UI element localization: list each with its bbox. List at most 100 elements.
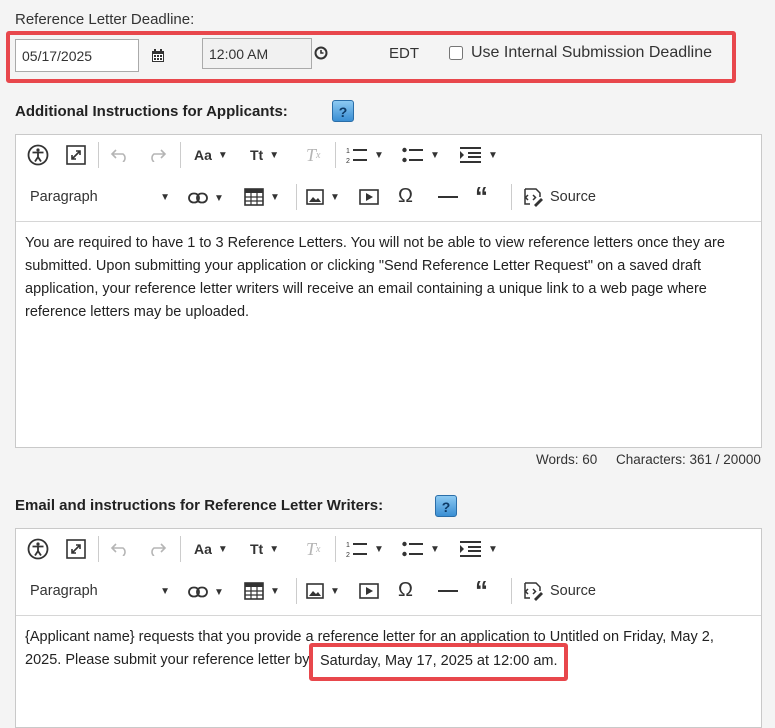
- writers-section-title: Email and instructions for Reference Let…: [15, 497, 384, 514]
- timezone-label: EDT: [389, 45, 419, 62]
- deadline-time-input[interactable]: [202, 38, 312, 69]
- toolbar-separator: [180, 142, 181, 168]
- chevron-down-icon: ▼: [374, 543, 384, 555]
- svg-text:2: 2: [346, 552, 350, 558]
- toolbar-separator: [335, 142, 336, 168]
- source-label: Source: [550, 583, 596, 599]
- calendar-icon[interactable]: [151, 49, 165, 63]
- deadline-date-input[interactable]: [15, 39, 139, 72]
- text-transform-label: Tt: [250, 147, 264, 163]
- font-size-label: Aa: [194, 541, 212, 557]
- remove-format-icon[interactable]: Tx: [306, 145, 320, 165]
- chevron-down-icon: ▼: [214, 192, 224, 204]
- deadline-label: Reference Letter Deadline:: [15, 11, 195, 28]
- chevron-down-icon: ▼: [488, 149, 498, 161]
- deadline-sentence-highlight: Saturday, May 17, 2025 at 12:00 am.: [309, 643, 568, 681]
- fullscreen-icon[interactable]: [64, 143, 88, 167]
- indent-dropdown[interactable]: ▼: [460, 539, 498, 559]
- heading-select[interactable]: Paragraph ▼: [30, 186, 170, 208]
- font-size-label: Aa: [194, 147, 212, 163]
- source-icon: [524, 582, 543, 601]
- writers-content-line-2-prefix: 2025. Please submit your reference lette…: [25, 652, 310, 668]
- link-dropdown[interactable]: ▼: [188, 188, 224, 208]
- chevron-down-icon: ▼: [269, 149, 280, 161]
- image-dropdown[interactable]: ▼: [306, 187, 340, 207]
- chevron-down-icon: ▼: [214, 586, 224, 598]
- fullscreen-icon[interactable]: [64, 537, 88, 561]
- writers-help-button[interactable]: ?: [435, 495, 457, 517]
- text-transform-label: Tt: [250, 541, 264, 557]
- chevron-down-icon: ▼: [160, 191, 170, 203]
- table-dropdown[interactable]: ▼: [244, 580, 280, 602]
- heading-select-value: Paragraph: [30, 189, 98, 205]
- toolbar-separator: [511, 578, 512, 604]
- svg-text:1: 1: [346, 148, 350, 155]
- chevron-down-icon: ▼: [270, 191, 280, 203]
- applicants-editor: Aa ▼ Tt ▼ Tx 1 2 ▼ ▼ ▼ Paragraph ▼ ▼ ▼ ▼: [15, 134, 762, 448]
- indent-dropdown[interactable]: ▼: [460, 145, 498, 165]
- horizontal-line-icon[interactable]: [438, 581, 458, 601]
- heading-select-value: Paragraph: [30, 583, 98, 599]
- toolbar-separator: [296, 184, 297, 210]
- undo-icon[interactable]: [109, 539, 131, 559]
- toolbar-separator: [98, 536, 99, 562]
- chevron-down-icon: ▼: [270, 585, 280, 597]
- chevron-down-icon: ▼: [217, 543, 228, 555]
- writers-toolbar: Aa ▼ Tt ▼ Tx 1 2 ▼ ▼ ▼ Paragraph ▼ ▼ ▼ ▼: [16, 529, 761, 616]
- svg-text:2: 2: [346, 158, 350, 164]
- chevron-down-icon: ▼: [374, 149, 384, 161]
- link-dropdown[interactable]: ▼: [188, 582, 224, 602]
- internal-deadline-checkbox[interactable]: [449, 46, 463, 60]
- source-icon: [524, 188, 543, 207]
- media-embed-icon[interactable]: [359, 581, 379, 601]
- special-characters-icon[interactable]: Ω: [398, 579, 413, 601]
- table-dropdown[interactable]: ▼: [244, 186, 280, 208]
- chevron-down-icon: ▼: [330, 191, 340, 203]
- chevron-down-icon: ▼: [160, 585, 170, 597]
- toolbar-separator: [98, 142, 99, 168]
- undo-icon[interactable]: [109, 145, 131, 165]
- numbered-list-dropdown[interactable]: 1 2 ▼: [346, 539, 384, 559]
- applicants-section-title: Additional Instructions for Applicants:: [15, 103, 288, 120]
- heading-select[interactable]: Paragraph ▼: [30, 580, 170, 602]
- remove-format-icon[interactable]: Tx: [306, 539, 320, 559]
- applicants-editor-content[interactable]: You are required to have 1 to 3 Referenc…: [25, 232, 752, 324]
- special-characters-icon[interactable]: Ω: [398, 185, 413, 207]
- applicants-character-count: Characters: 361 / 20000: [616, 452, 761, 467]
- redo-icon[interactable]: [146, 145, 168, 165]
- source-label: Source: [550, 189, 596, 205]
- blockquote-icon[interactable]: “: [475, 575, 488, 605]
- internal-deadline-label[interactable]: Use Internal Submission Deadline: [471, 44, 712, 62]
- font-size-dropdown[interactable]: Aa ▼: [194, 539, 228, 559]
- blockquote-icon[interactable]: “: [475, 181, 488, 211]
- horizontal-line-icon[interactable]: [438, 187, 458, 207]
- toolbar-separator: [335, 536, 336, 562]
- chevron-down-icon: ▼: [217, 149, 228, 161]
- image-dropdown[interactable]: ▼: [306, 581, 340, 601]
- font-size-dropdown[interactable]: Aa ▼: [194, 145, 228, 165]
- text-transform-dropdown[interactable]: Tt ▼: [250, 539, 279, 559]
- media-embed-icon[interactable]: [359, 187, 379, 207]
- chevron-down-icon: ▼: [430, 543, 440, 555]
- svg-text:1: 1: [346, 542, 350, 549]
- accessibility-icon[interactable]: [26, 143, 50, 167]
- source-button[interactable]: Source: [522, 580, 596, 602]
- toolbar-separator: [180, 536, 181, 562]
- applicants-toolbar: Aa ▼ Tt ▼ Tx 1 2 ▼ ▼ ▼ Paragraph ▼ ▼ ▼ ▼: [16, 135, 761, 222]
- writers-deadline-text: Saturday, May 17, 2025 at 12:00 am.: [320, 653, 558, 669]
- bulleted-list-dropdown[interactable]: ▼: [402, 145, 440, 165]
- applicants-word-count: Words: 60: [536, 452, 598, 467]
- applicants-help-button[interactable]: ?: [332, 100, 354, 122]
- redo-icon[interactable]: [146, 539, 168, 559]
- chevron-down-icon: ▼: [430, 149, 440, 161]
- bulleted-list-dropdown[interactable]: ▼: [402, 539, 440, 559]
- chevron-down-icon: ▼: [269, 543, 280, 555]
- accessibility-icon[interactable]: [26, 537, 50, 561]
- chevron-down-icon: ▼: [330, 585, 340, 597]
- writers-editor: Aa ▼ Tt ▼ Tx 1 2 ▼ ▼ ▼ Paragraph ▼ ▼ ▼ ▼: [15, 528, 762, 728]
- clock-icon[interactable]: [314, 46, 328, 60]
- chevron-down-icon: ▼: [488, 543, 498, 555]
- numbered-list-dropdown[interactable]: 1 2 ▼: [346, 145, 384, 165]
- text-transform-dropdown[interactable]: Tt ▼: [250, 145, 279, 165]
- source-button[interactable]: Source: [522, 186, 596, 208]
